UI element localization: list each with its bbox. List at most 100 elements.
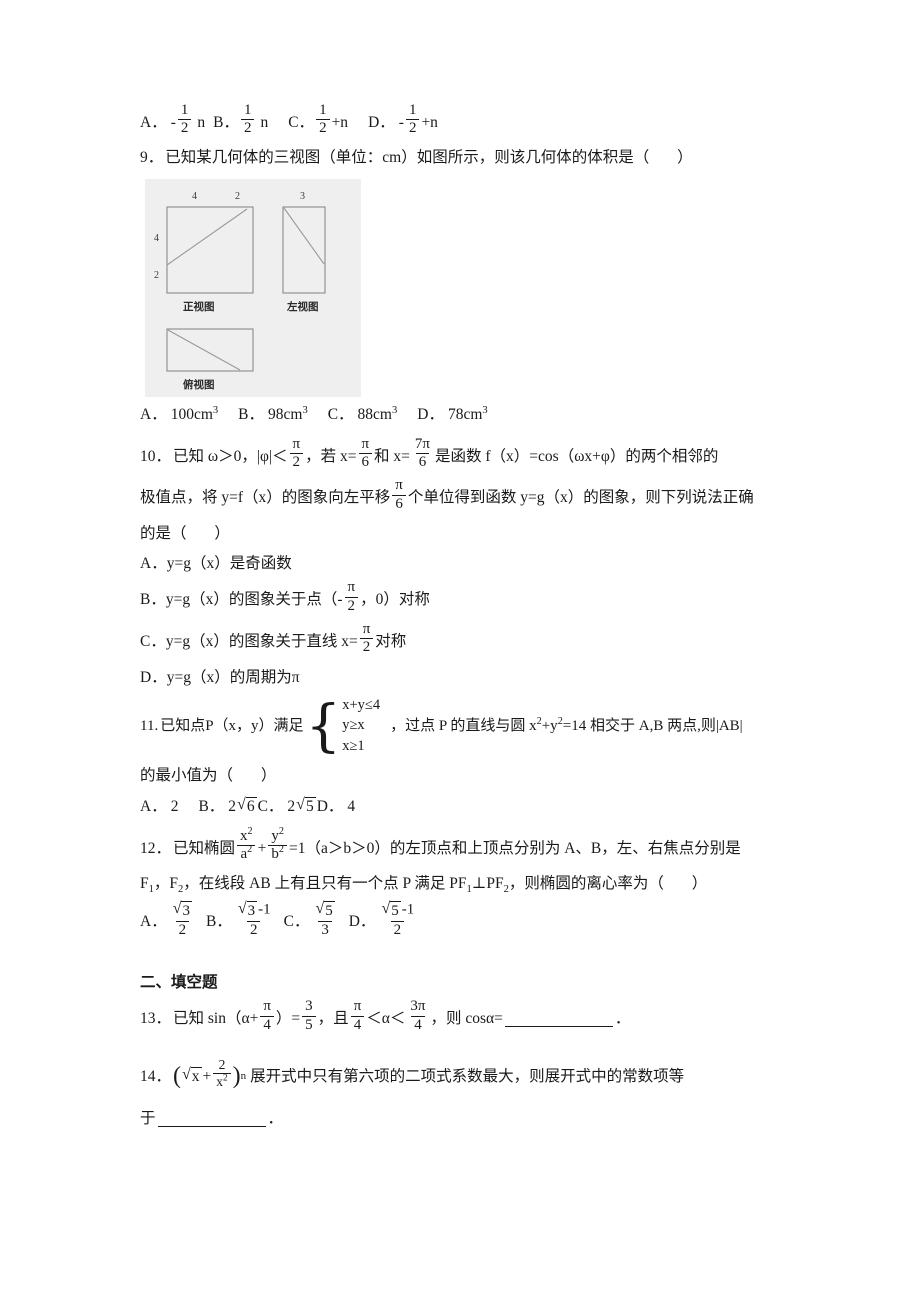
q10-fraction-2: π 6 [358,435,372,472]
q8-option-a-label: A． [140,113,167,131]
q10-text-1: 已知 ω＞0， [173,447,257,465]
front-view-rect [166,206,254,294]
fraction-numerator: π [292,435,301,452]
fraction-numerator: π [353,998,362,1015]
radicand: 3 [181,901,192,920]
q10-stem-line3: 的是（ ） [140,522,800,545]
q11-text-7: ） [260,767,277,785]
q8-option-c-label: C． [288,113,315,131]
q8-option-d-tail: +n [421,113,438,131]
q12-option-b-label: B． [205,913,232,931]
radical-sign-icon: √ [182,1065,191,1083]
q9-option-b-label: B． [238,405,264,423]
fraction-numerator: y2 [271,825,284,844]
radicand: 5 [390,901,401,920]
q13-answer-blank[interactable] [504,1011,613,1027]
q9-option-b-value: 98cm3 [268,404,308,423]
q12-text-3: F1，F2，在线段 AB 上有且只有一个点 P 满足 PF1⊥PF2，则椭圆的离… [140,875,664,896]
radicand: 5 [304,797,316,816]
q9-option-d-value: 78cm3 [447,404,488,423]
q9-option-a-exp: 3 [212,404,219,416]
fraction-numerator: √ 3 -1 [237,900,271,920]
left-brace-icon: { [305,693,342,759]
fraction-denominator: 6 [358,453,372,471]
q14-fraction: 2 x2 [213,1057,231,1089]
top-view-diagonal [167,329,241,371]
q11-inequality-system: { x+y≤4 y≥x x≥1 [306,695,381,757]
fraction-numerator: 7π [414,435,430,452]
fraction-denominator: 4 [411,1016,425,1034]
q10-fraction-1: π 2 [289,435,304,472]
q14-text-1: 展开式中只有第六项的二项式系数最大，则展开式中的常数项等 [250,1067,685,1085]
section-two-title: 二、填空题 [140,974,218,992]
fraction-denominator: 2 [177,119,192,137]
q14-stem-line1: 14． ( √ x + 2 x2 ) n 展开式中只有第六项的二项式系数最大，则… [140,1058,800,1094]
fraction-numerator: π [361,435,370,452]
q11-option-b-label: B． [198,797,225,815]
q12-option-d-fraction: √ 5 -1 2 [377,900,417,939]
q11-option-a-label: A． [140,797,167,815]
q12-number: 12． [140,839,172,857]
q10-fraction-4: π 6 [392,477,406,513]
q11-number: 11. [140,718,159,735]
q12-option-c-fraction: √ 5 3 [311,900,338,939]
q14-open-paren: ( [173,1063,182,1090]
q11-text-2: ，过点 P 的直线与圆 x2+y2=14 相交于 A,B 两点,则|AB| [390,716,743,735]
q11-option-d-value: 4 [347,797,356,815]
q10-option-d: D． y=g（x）的周期为π [140,666,800,689]
q11-text-6: 的最小值为（ [140,767,234,785]
q12-option-b-fraction: √ 3 -1 2 [234,900,274,939]
front-top-right-label: 2 [235,191,240,202]
q10-option-b-fraction: π 2 [344,579,359,615]
q13-stem: 13． 已知 sin（α+ π 4 ）= 3 5 ，且 π 4 ＜ α ＜ 3π… [140,998,800,1037]
fraction-denominator: 2 [344,596,359,615]
q10-lt: ＜ [272,447,288,465]
q10-option-b: B． y=g（x）的图象关于点（- π 2 ，0）对称 [140,579,800,618]
q10-option-c: C． y=g（x）的图象关于直线 x= π 2 对称 [140,621,800,659]
radical-sign-icon: √ [172,900,182,918]
q9-option-b-exp: 3 [302,404,308,416]
q12-option-a-fraction: √ 3 2 [169,900,196,939]
fraction-denominator: 2 [246,921,261,939]
q10-option-a: A． y=g（x）是奇函数 [140,552,800,575]
q8-option-d-label: D． [368,113,395,131]
q14-close-paren: ) [232,1063,241,1090]
front-left-upper-label: 4 [154,233,159,244]
fraction-denominator: 5 [302,1016,316,1034]
radicand: 6 [245,797,257,816]
fraction-denominator: 4 [350,1016,365,1034]
q13-number: 13． [140,1010,172,1028]
side-top-label: 3 [300,191,305,202]
q13-fraction-4: 3π 4 [407,999,428,1034]
q9-option-a-value: 100cm3 [170,404,219,423]
q8-option-a-tail: n [197,113,206,131]
q10-option-a-label: A． [140,555,167,573]
q12-text-1: 已知椭圆 [173,839,236,857]
q8-option-d-sign: - [398,113,404,131]
q10-stem-line2: 极值点，将 y=f（x）的图象向左平移 π 6 个单位得到函数 y=g（x）的图… [140,477,800,516]
q10-text-5: 极值点，将 y=f（x）的图象向左平移 [140,489,391,507]
q12-fraction-x2a2: x2 a2 [237,826,256,864]
q9-stem-text: 已知某几何体的三视图（单位：cm）如图所示，则该几何体的体积是（ [165,148,650,166]
system-row-2: y≥x [342,717,365,734]
q8-option-c-tail: +n [331,113,349,131]
q10-option-a-text: y=g（x）是奇函数 [166,555,292,573]
q14-text-3: ． [267,1110,284,1128]
side-view-diagonal [283,207,325,265]
q12-plus: + [257,839,267,857]
q10-option-d-label: D． [140,668,167,686]
q14-answer-blank[interactable] [157,1111,266,1127]
front-view-diagonal [166,208,248,266]
q13-text-5: ． [614,1010,631,1028]
fraction-numerator: 3 [305,998,313,1015]
q8-option-d-fraction: 1 2 [405,101,420,138]
fraction-numerator: 1 [408,101,417,118]
q8-option-b-tail: n [260,113,269,131]
page-content: A． - 1 2 n B． 1 2 n C． 1 2 +n D． - 1 2 +… [140,101,800,1130]
q10-option-b-text-1: y=g（x）的图象关于点（- [165,591,343,609]
q9-options-row: A． 100cm3 B． 98cm3 C． 88cm3 D． 78cm3 [140,403,800,426]
fraction-numerator: 2 [218,1057,226,1073]
system-row-1: x+y≤4 [342,696,381,713]
top-view-rect [166,328,254,372]
q8-option-b-fraction: 1 2 [240,102,255,138]
